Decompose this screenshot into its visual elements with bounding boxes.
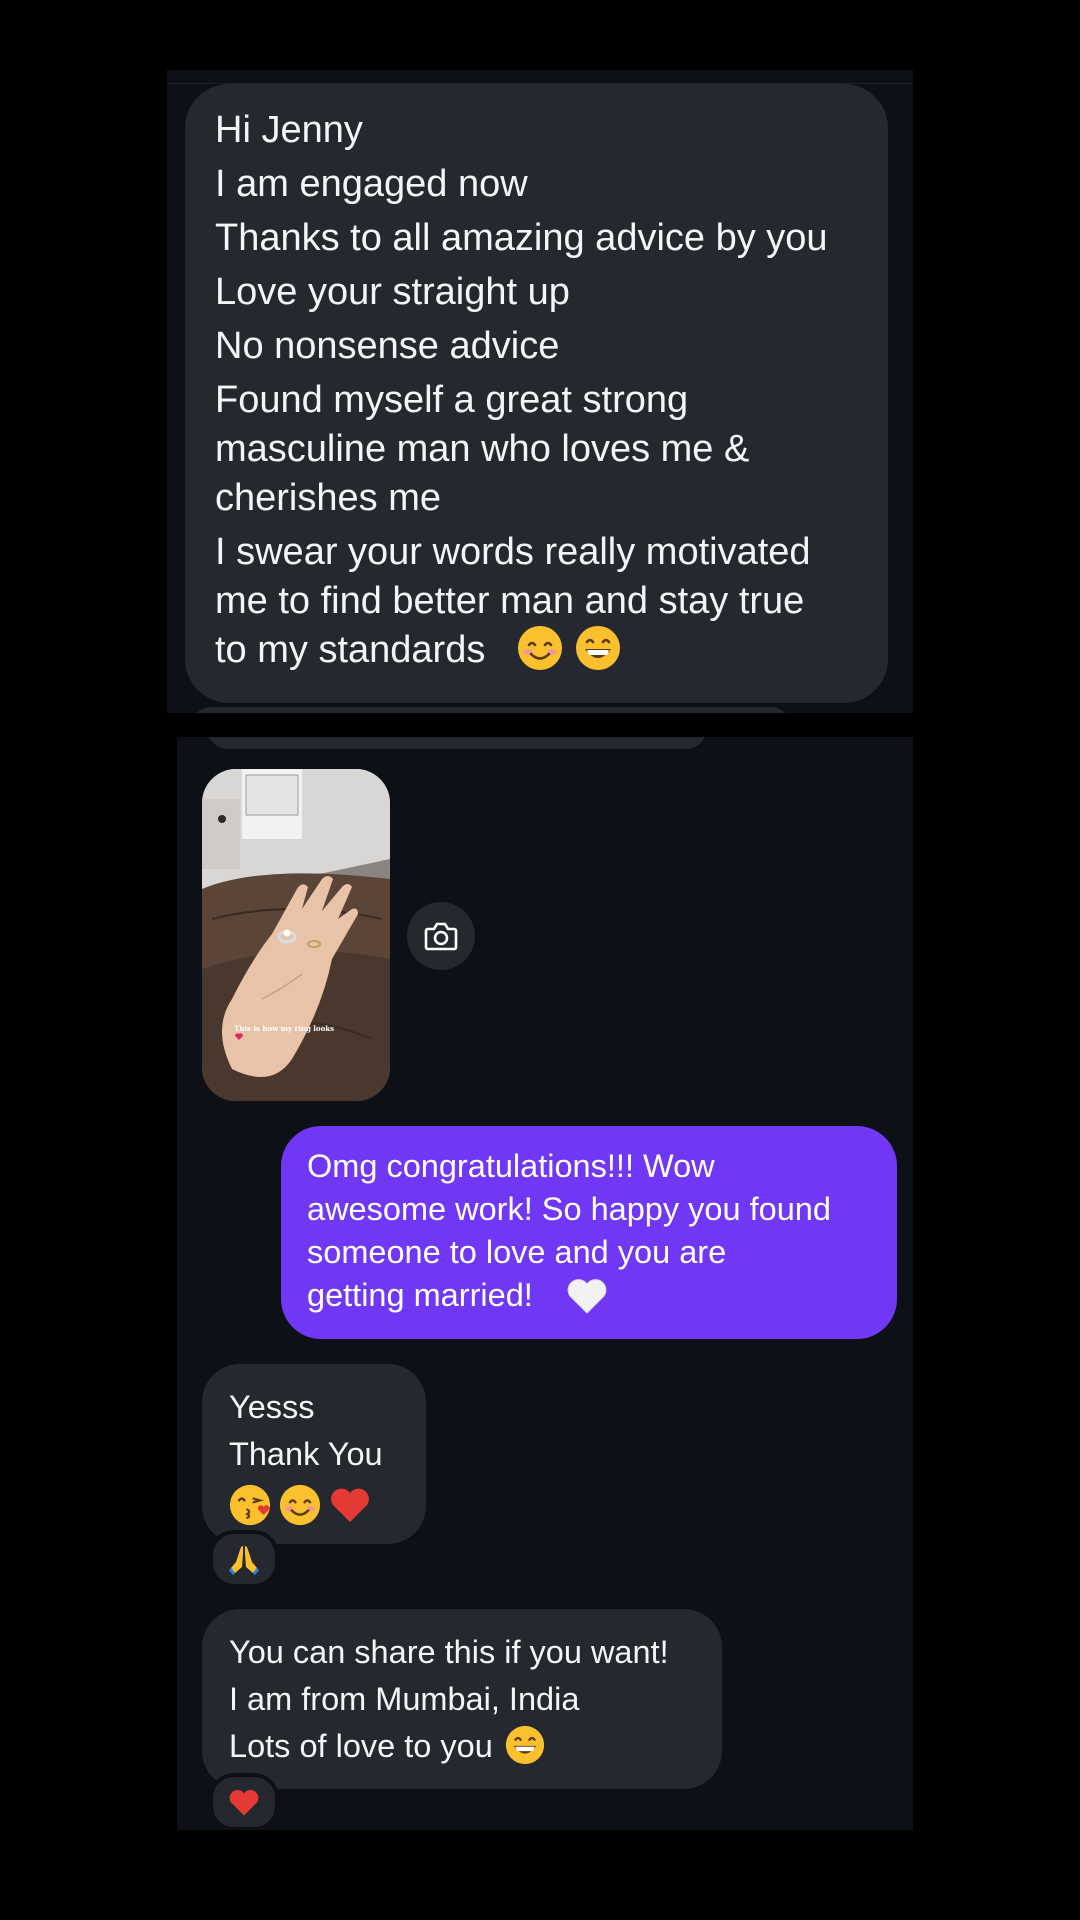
camera-icon xyxy=(424,922,458,951)
message-text: Lots of love to you xyxy=(229,1728,493,1764)
next-message-bubble-edge xyxy=(191,707,791,713)
message-text: I swear your words really motivated me t… xyxy=(215,531,811,671)
emoji-row xyxy=(229,1478,406,1527)
message-line: Thanks to all amazing advice by you xyxy=(215,217,828,259)
photo-caption: This is how my ring looks xyxy=(234,1024,334,1040)
smiling-face-icon xyxy=(518,625,562,670)
chat-panel-top: Hi Jenny I am engaged now Thanks to all … xyxy=(167,70,913,713)
grinning-face-icon xyxy=(505,1726,544,1765)
sent-message-bubble[interactable]: Omg congratulations!!! Wow awesome work!… xyxy=(281,1126,897,1339)
message-line: I am engaged now xyxy=(215,163,528,205)
received-message-bubble[interactable]: Yesss Thank You xyxy=(202,1364,426,1544)
face-blowing-kiss-icon xyxy=(229,1485,271,1526)
received-message-bubble[interactable]: Hi Jenny I am engaged now Thanks to all … xyxy=(185,84,888,703)
reaction-badge[interactable] xyxy=(209,1773,279,1830)
smiling-face-icon xyxy=(279,1485,321,1526)
grinning-face-icon xyxy=(576,625,620,670)
folded-hands-icon xyxy=(229,1546,259,1575)
message-line: Yesss xyxy=(229,1389,315,1425)
white-heart-icon xyxy=(567,1279,607,1314)
received-message-bubble[interactable]: You can share this if you want! I am fro… xyxy=(202,1609,722,1789)
ring-photo xyxy=(202,769,390,1101)
red-heart-icon xyxy=(331,1489,369,1523)
message-line: Found myself a great strong masculine ma… xyxy=(215,379,750,519)
message-text-wrap: Omg congratulations!!! Wow awesome work!… xyxy=(307,1145,873,1317)
message-line-last: I swear your words really motivated me t… xyxy=(215,528,860,675)
message-line: No nonsense advice xyxy=(215,325,560,367)
message-line: I am from Mumbai, India xyxy=(229,1681,580,1717)
photo-message[interactable]: This is how my ring looks xyxy=(202,769,390,1101)
message-line: You can share this if you want! xyxy=(229,1634,669,1670)
camera-button[interactable] xyxy=(407,902,475,970)
reaction-badge[interactable] xyxy=(209,1530,279,1588)
previous-message-bubble-edge xyxy=(207,737,707,749)
message-line-last: Lots of love to you xyxy=(229,1723,702,1770)
message-line: Thank You xyxy=(229,1436,383,1472)
chat-panel-bottom: This is how my ring looks Omg congratula… xyxy=(177,737,913,1830)
message-line: Hi Jenny xyxy=(215,109,363,151)
heart-icon xyxy=(235,1033,243,1040)
red-heart-icon xyxy=(229,1789,259,1815)
message-line: Love your straight up xyxy=(215,271,570,313)
